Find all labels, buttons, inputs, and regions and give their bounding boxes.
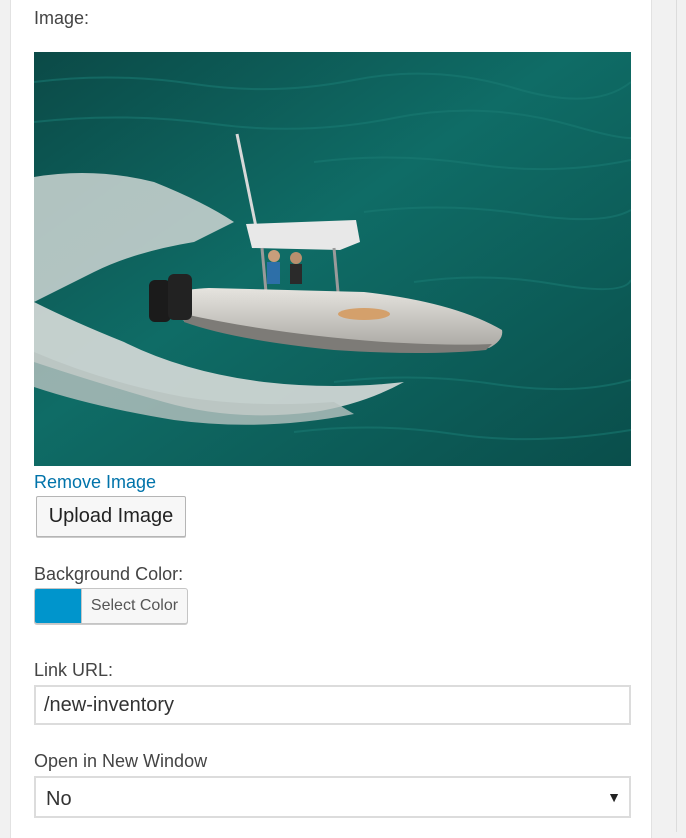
link-url-label: Link URL: — [34, 660, 114, 680]
color-swatch[interactable] — [35, 589, 82, 623]
image-label: Image: — [34, 8, 90, 28]
select-color-button[interactable]: Select Color — [34, 588, 188, 624]
link-url-input[interactable] — [34, 685, 631, 725]
triangle-down-icon: ▼ — [607, 789, 621, 805]
panel-edge-divider — [676, 0, 677, 832]
image-preview — [34, 52, 631, 466]
open-new-window-label: Open in New Window — [34, 751, 208, 771]
select-color-label: Select Color — [90, 597, 179, 614]
open-new-window-select[interactable]: No ▼ — [34, 776, 631, 818]
boat-photo — [34, 52, 631, 466]
upload-image-button[interactable]: Upload Image — [36, 496, 186, 537]
remove-image-link[interactable]: Remove Image — [34, 472, 156, 493]
background-color-label: Background Color: — [34, 564, 184, 584]
select-value: No — [46, 788, 72, 810]
